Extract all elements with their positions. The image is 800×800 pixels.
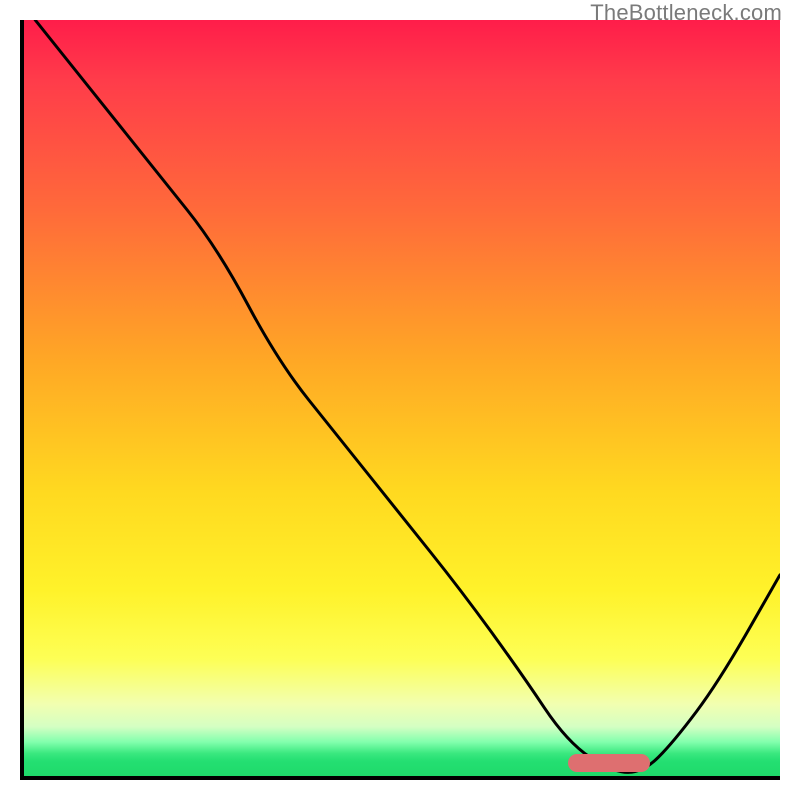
gradient-plot-area xyxy=(20,20,780,780)
watermark-text: TheBottleneck.com xyxy=(590,0,782,26)
chart-container: TheBottleneck.com xyxy=(0,0,800,800)
